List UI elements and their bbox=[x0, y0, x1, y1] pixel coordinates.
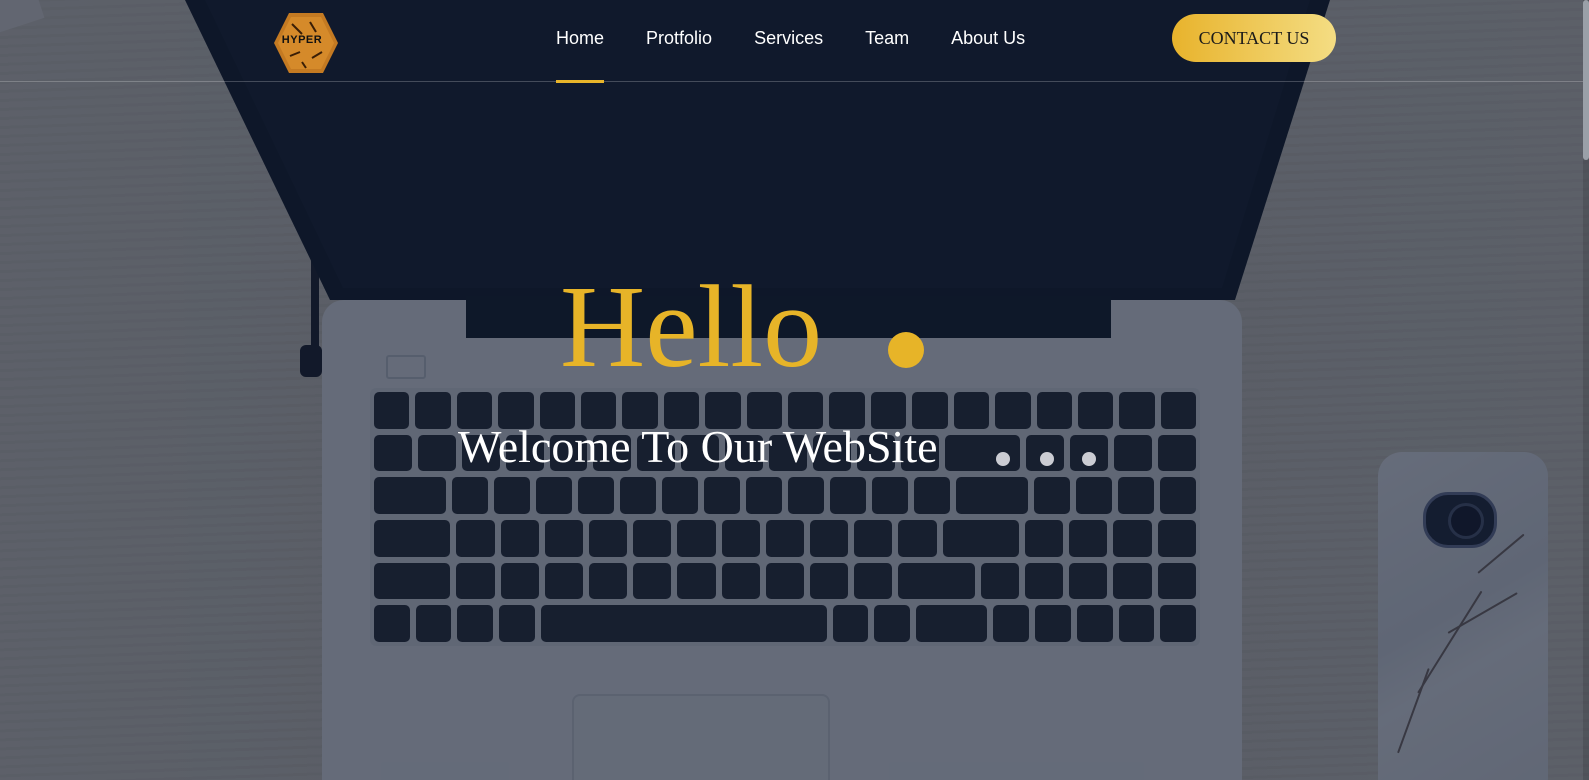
scrollbar-thumb[interactable] bbox=[1583, 0, 1589, 160]
site-logo[interactable]: HYPER bbox=[272, 12, 340, 74]
nav-item-team[interactable]: Team bbox=[865, 0, 909, 82]
nav-item-about-us[interactable]: About Us bbox=[951, 0, 1025, 82]
logo-text: HYPER bbox=[281, 34, 323, 46]
nav-item-portfolio[interactable]: Protfolio bbox=[646, 0, 712, 82]
hero-title: Hello bbox=[560, 261, 823, 392]
main-nav: Home Protfolio Services Team About Us bbox=[556, 0, 1067, 83]
contact-us-button[interactable]: CONTACT US bbox=[1172, 14, 1336, 62]
subtitle-dot-1 bbox=[996, 452, 1010, 466]
page-scrollbar[interactable] bbox=[1583, 0, 1589, 780]
hero-title-dot bbox=[888, 332, 924, 368]
hero-subtitle: Welcome To Our WebSite bbox=[458, 421, 938, 472]
subtitle-dot-3 bbox=[1082, 452, 1096, 466]
nav-item-services[interactable]: Services bbox=[754, 0, 823, 82]
subtitle-dot-2 bbox=[1040, 452, 1054, 466]
nav-item-home[interactable]: Home bbox=[556, 0, 605, 83]
site-header: HYPER Home Protfolio Services Team About… bbox=[0, 0, 1589, 83]
